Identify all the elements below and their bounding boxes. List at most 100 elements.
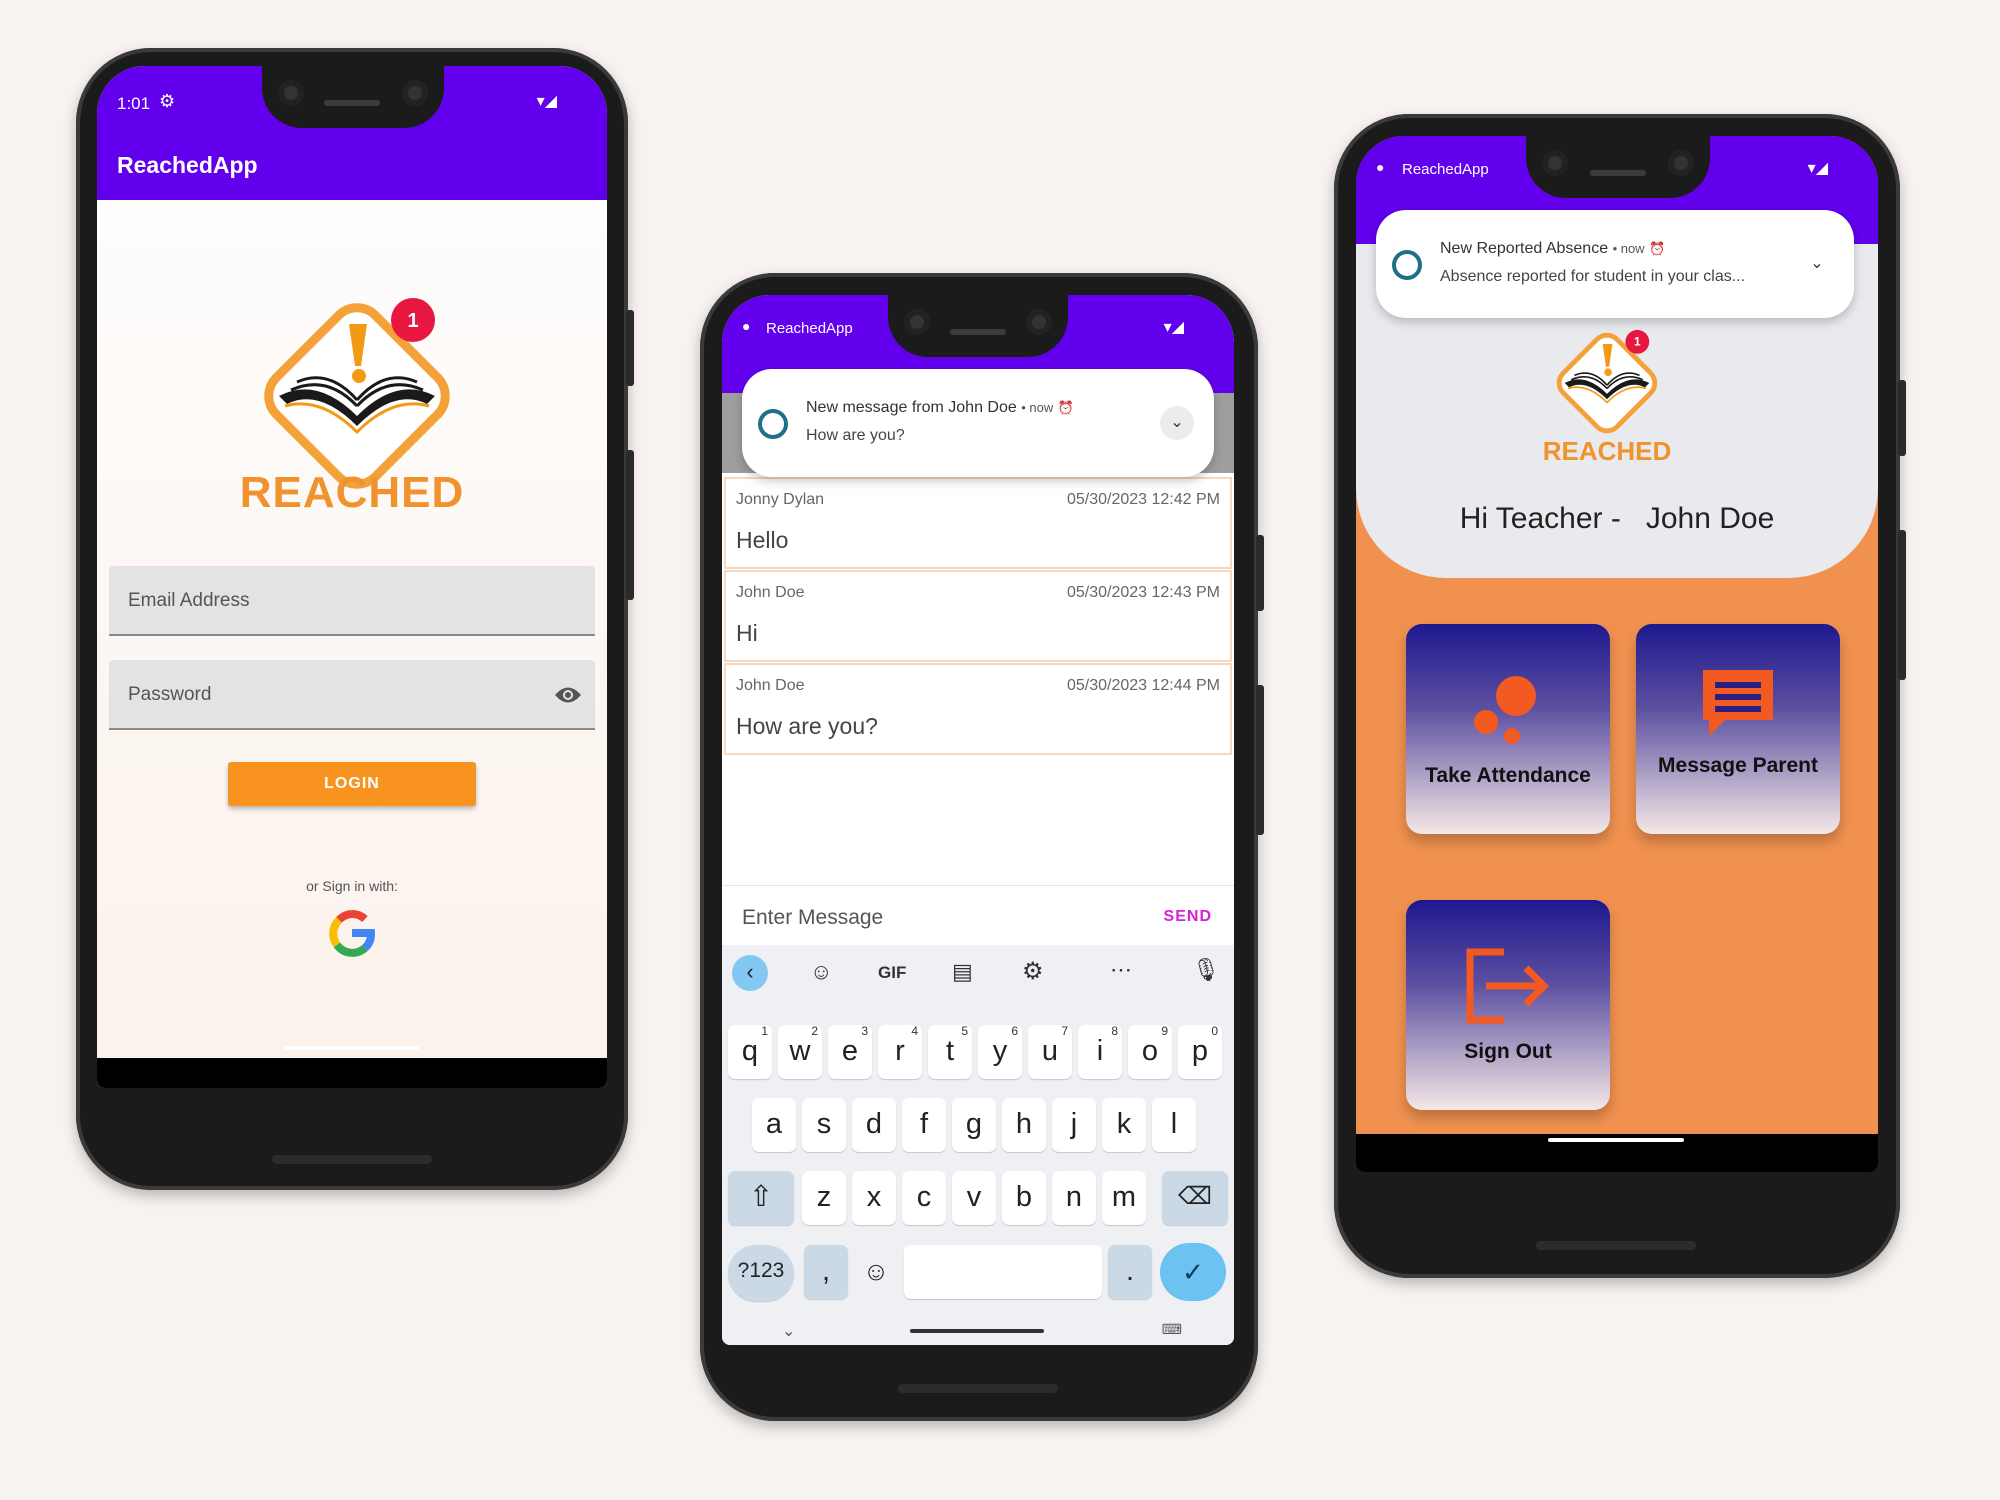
nav-bar [97,1058,607,1088]
front-sensor [1668,150,1694,176]
earpiece [950,329,1006,335]
backspace-key[interactable]: ⌫ [1162,1171,1228,1225]
microphone-icon[interactable]: 🎙 [1192,957,1220,983]
absence-notification[interactable]: New Reported Absence • now ⏰ Absence rep… [1376,210,1854,318]
letter-key[interactable]: e3 [828,1024,872,1079]
notification-app-icon [1392,250,1422,280]
key-letter: q [741,1035,759,1067]
letter-key[interactable]: w2 [778,1024,822,1079]
letter-key[interactable]: m [1102,1171,1146,1225]
attendance-dots-icon [1474,676,1536,744]
letter-key[interactable]: u7 [1028,1024,1072,1079]
message-input-field[interactable]: Enter Message SEND [722,885,1234,946]
letter-key[interactable]: o9 [1128,1024,1172,1079]
send-button[interactable]: SEND [1164,908,1212,926]
message-notification[interactable]: New message from John Doe • now ⏰ How ar… [742,369,1214,477]
letter-key[interactable]: v [952,1171,996,1225]
take-attendance-tile[interactable]: Take Attendance [1406,624,1610,834]
more-icon[interactable]: ⋯ [1110,957,1132,983]
key-letter: h [1015,1108,1033,1140]
google-signin-button[interactable] [327,908,377,958]
letter-key[interactable]: g [952,1098,996,1152]
key-letter: t [945,1035,955,1067]
letter-key[interactable]: k [1102,1098,1146,1152]
keyboard-switch-icon[interactable]: ⌨ [1162,1321,1182,1338]
power-button [626,310,634,386]
key-letter: v [966,1181,982,1213]
collapse-toolbar-icon[interactable]: ‹ [732,955,768,991]
letter-key[interactable]: q1 [728,1024,772,1079]
alt-signin-text: or Sign in with: [306,878,398,894]
home-screen: ● ReachedApp ▾◢ New Reported Absence • n… [1356,136,1878,1172]
message-input-placeholder: Enter Message [742,906,884,929]
letter-key[interactable]: z [802,1171,846,1225]
key-hint-number: 7 [1061,1024,1068,1038]
letter-key[interactable]: y6 [978,1024,1022,1079]
key-hint-number: 3 [861,1024,868,1038]
key-letter: r [895,1035,905,1067]
letter-key[interactable]: b [1002,1171,1046,1225]
letter-key[interactable]: a [752,1098,796,1152]
password-field[interactable]: Password [109,660,595,730]
message-parent-tile[interactable]: Message Parent [1636,624,1840,834]
app-dot-icon: ● [742,318,751,334]
notification-body: How are you? [806,427,905,444]
message-text: Hi [736,620,758,646]
keyboard-toolbar: ‹ ☺ GIF ▤ ⚙ ⋯ 🎙 [722,945,1234,1003]
period-key[interactable]: . [1108,1245,1152,1299]
comma-key[interactable]: , [804,1245,848,1299]
gif-button[interactable]: GIF [878,963,906,983]
key-letter: y [992,1035,1008,1067]
message-text: How are you? [736,713,878,739]
letter-key[interactable]: c [902,1171,946,1225]
chat-screen: ● ReachedApp ▾◢ New message from John Do… [722,295,1234,1345]
hide-keyboard-icon[interactable]: ⌄ [782,1321,795,1341]
home-indicator[interactable] [1548,1138,1684,1142]
eye-icon[interactable] [553,684,583,706]
sign-out-icon [1466,948,1549,1024]
login-screen: 1:01 ⚙ ▾◢ ReachedApp 1 REACHED Email Add… [97,66,607,1088]
home-indicator[interactable] [283,1046,419,1050]
letter-key[interactable]: d [852,1098,896,1152]
letter-key[interactable]: l [1152,1098,1196,1152]
letter-key[interactable]: p0 [1178,1024,1222,1079]
notification-title-row: New message from John Doe • now ⏰ [806,399,1074,417]
notification-body: Absence reported for student in your cla… [1440,268,1746,285]
space-key[interactable] [904,1245,1102,1299]
letter-key[interactable]: f [902,1098,946,1152]
email-field[interactable]: Email Address [109,566,595,636]
symbols-key[interactable]: ?123 [728,1245,794,1301]
message-item: John Doe 05/30/2023 12:43 PM Hi [724,570,1232,662]
letter-key[interactable]: t5 [928,1024,972,1079]
done-key[interactable]: ✓ [1160,1243,1226,1301]
sticker-icon[interactable]: ☺ [810,959,832,985]
gear-icon[interactable]: ⚙ [1022,957,1044,986]
wifi-signal-icon: ▾◢ [1163,319,1184,336]
key-hint-number: 2 [811,1024,818,1038]
key-hint-number: 8 [1111,1024,1118,1038]
notification-title: New Reported Absence [1440,240,1609,257]
alarm-icon: ⏰ [1057,400,1074,415]
logo-wordmark: REACHED [239,468,465,517]
home-indicator[interactable] [910,1329,1044,1333]
letter-key[interactable]: i8 [1078,1024,1122,1079]
sign-out-tile[interactable]: Sign Out [1406,900,1610,1110]
password-placeholder: Password [128,684,212,705]
letter-key[interactable]: r4 [878,1024,922,1079]
chevron-down-icon[interactable]: ⌄ [1160,406,1194,440]
shift-key[interactable]: ⇧ [728,1171,794,1225]
letter-key[interactable]: h [1002,1098,1046,1152]
letter-key[interactable]: n [1052,1171,1096,1225]
notification-time: • now [1612,241,1645,256]
emoji-key[interactable]: ☺ [854,1245,898,1299]
notification-title-row: New Reported Absence • now ⏰ [1440,240,1665,258]
clipboard-icon[interactable]: ▤ [952,959,973,985]
login-button[interactable]: LOGIN [228,762,476,806]
message-sender: John Doe [736,677,805,694]
key-letter: f [919,1108,929,1140]
chevron-down-icon[interactable]: ⌄ [1800,247,1834,281]
key-letter: m [1111,1181,1137,1213]
letter-key[interactable]: j [1052,1098,1096,1152]
letter-key[interactable]: x [852,1171,896,1225]
letter-key[interactable]: s [802,1098,846,1152]
